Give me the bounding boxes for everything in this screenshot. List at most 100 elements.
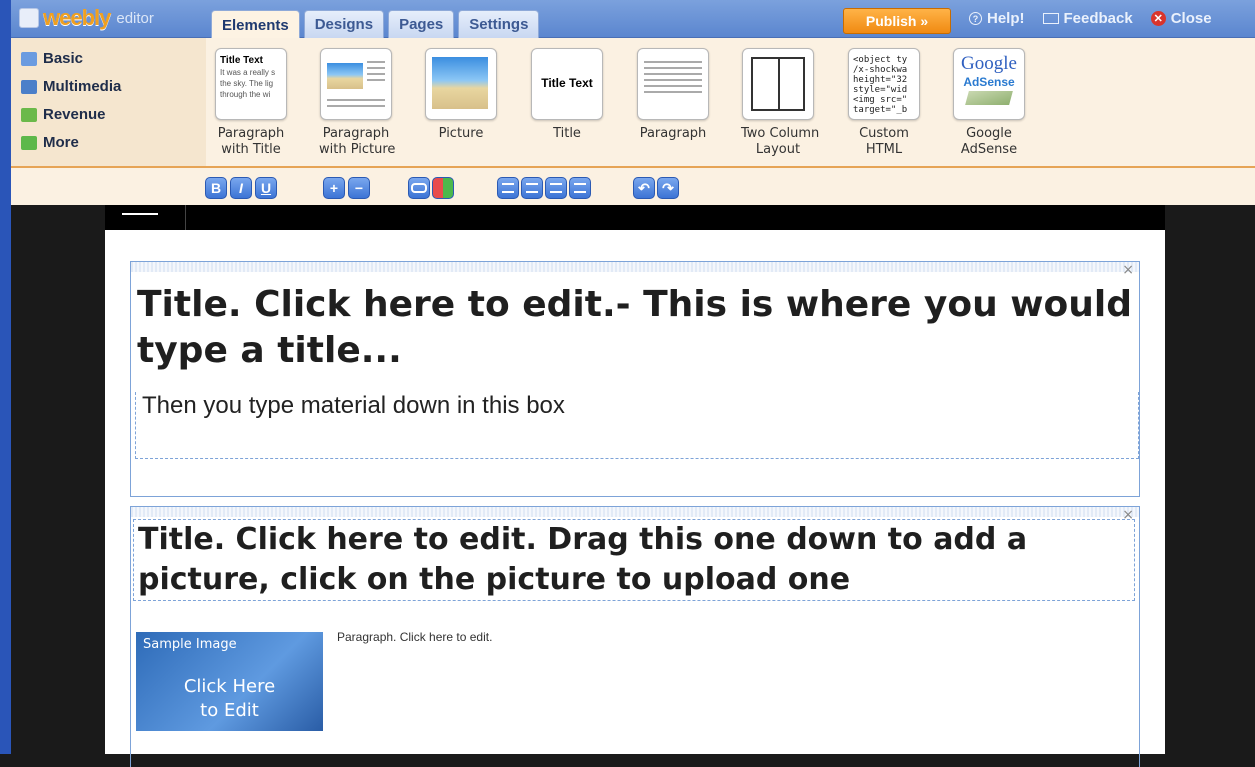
page-canvas: × Title. Click here to edit.- This is wh… xyxy=(105,230,1165,767)
sample-image[interactable]: Sample Image Click Here to Edit xyxy=(136,632,323,731)
drag-handle[interactable] xyxy=(131,507,1139,517)
more-icon xyxy=(21,135,37,150)
category-label: Revenue xyxy=(43,106,106,123)
element-label: Google AdSense xyxy=(960,126,1018,157)
close-link[interactable]: ✕ Close xyxy=(1150,10,1212,27)
header-divider xyxy=(185,205,186,230)
tab-settings[interactable]: Settings xyxy=(458,10,540,38)
category-list: Basic Multimedia Revenue More xyxy=(11,38,206,166)
thumb-adsense: AdSense xyxy=(963,75,1015,89)
color-button[interactable] xyxy=(432,177,454,199)
drag-handle[interactable] xyxy=(131,262,1139,272)
element-label: Custom HTML xyxy=(859,126,909,157)
italic-button[interactable]: I xyxy=(230,177,252,199)
element-picture[interactable]: Picture xyxy=(424,48,498,142)
content-block-2[interactable]: × Title. Click here to edit. Drag this o… xyxy=(130,506,1140,767)
element-label: Picture xyxy=(438,126,484,141)
thumb-title: Title Text xyxy=(220,55,263,66)
link-button[interactable] xyxy=(408,177,430,199)
sample-image-label: Sample Image xyxy=(143,637,237,652)
thumb-two-column xyxy=(742,48,814,120)
element-paragraph-with-picture[interactable]: Paragraph with Picture xyxy=(319,48,396,158)
redo-button[interactable]: ↷ xyxy=(657,177,679,199)
close-icon: ✕ xyxy=(1150,11,1166,26)
top-bar: weebly editor Elements Designs Pages Set… xyxy=(11,0,1255,39)
weebly-logo-icon xyxy=(19,8,39,28)
thumb-custom-html: <object ty /x-shockwa height="32 style="… xyxy=(848,48,920,120)
sample-image-cta: Click Here to Edit xyxy=(183,676,276,721)
thumb-paragraph xyxy=(637,48,709,120)
element-label: Paragraph xyxy=(639,126,707,141)
basic-icon xyxy=(21,51,37,66)
help-label: Help! xyxy=(987,10,1025,27)
help-icon: ? xyxy=(969,12,982,25)
weebly-logo: weebly editor xyxy=(19,5,154,30)
thumb-google-adsense: Google AdSense xyxy=(953,48,1025,120)
remove-block-icon[interactable]: × xyxy=(1122,262,1134,278)
tab-elements[interactable]: Elements xyxy=(211,10,300,39)
category-label: Basic xyxy=(43,50,84,67)
category-basic[interactable]: Basic xyxy=(21,50,83,67)
element-label: Title xyxy=(553,126,581,141)
format-toolbar: B I U + − ↶ ↷ xyxy=(11,168,1255,205)
element-paragraph-with-title[interactable]: Title Text It was a really s the sky. Th… xyxy=(214,48,288,158)
justify-button[interactable] xyxy=(569,177,591,199)
multimedia-icon xyxy=(21,79,37,94)
increase-size-button[interactable]: + xyxy=(323,177,345,199)
main-tabs: Elements Designs Pages Settings xyxy=(211,10,540,39)
logo-sub: editor xyxy=(116,9,154,27)
decrease-size-button[interactable]: − xyxy=(348,177,370,199)
tab-pages[interactable]: Pages xyxy=(388,10,455,38)
element-google-adsense[interactable]: Google AdSense Google AdSense xyxy=(952,48,1026,158)
block-title[interactable]: Title. Click here to edit. Drag this one… xyxy=(134,520,1134,600)
category-multimedia[interactable]: Multimedia xyxy=(21,78,121,95)
thumb-paragraph-with-picture xyxy=(320,48,392,120)
element-two-column-layout[interactable]: Two Column Layout xyxy=(741,48,820,158)
undo-button[interactable]: ↶ xyxy=(633,177,655,199)
publish-button[interactable]: Publish » xyxy=(843,8,951,34)
logo-text: weebly xyxy=(43,5,111,30)
category-label: More xyxy=(43,134,79,151)
align-center-icon xyxy=(526,183,538,193)
feedback-link[interactable]: Feedback xyxy=(1042,10,1133,27)
align-right-button[interactable] xyxy=(545,177,567,199)
content-block-1[interactable]: × Title. Click here to edit.- This is wh… xyxy=(130,261,1140,497)
site-header-strip xyxy=(105,205,1165,230)
help-link[interactable]: ? Help! xyxy=(969,10,1025,27)
element-label: Paragraph with Picture xyxy=(319,126,396,157)
elements-panel: Basic Multimedia Revenue More Title Text… xyxy=(11,38,1255,168)
thumb-paragraph-with-title: Title Text It was a really s the sky. Th… xyxy=(215,48,287,120)
element-title[interactable]: Title Text Title xyxy=(530,48,604,142)
thumb-title: Title Text xyxy=(531,48,603,120)
element-paragraph[interactable]: Paragraph xyxy=(636,48,710,142)
element-label: Paragraph with Title xyxy=(217,126,285,157)
align-left-icon xyxy=(502,183,514,193)
feedback-label: Feedback xyxy=(1063,10,1133,27)
mail-icon xyxy=(1042,13,1059,24)
block-title[interactable]: Title. Click here to edit.- This is wher… xyxy=(131,282,1139,374)
thumb-google: Google xyxy=(961,53,1017,74)
bold-button[interactable]: B xyxy=(205,177,227,199)
align-right-icon xyxy=(550,183,562,193)
block-paragraph[interactable]: Then you type material down in this box xyxy=(136,392,1138,420)
redo-icon: ↷ xyxy=(662,179,674,196)
thumb-code: <object ty /x-shockwa height="32 style="… xyxy=(853,55,908,115)
align-center-button[interactable] xyxy=(521,177,543,199)
close-label: Close xyxy=(1170,10,1212,27)
underline-button[interactable]: U xyxy=(255,177,277,199)
element-custom-html[interactable]: <object ty /x-shockwa height="32 style="… xyxy=(847,48,921,158)
category-more[interactable]: More xyxy=(21,134,79,151)
tab-designs[interactable]: Designs xyxy=(303,10,385,38)
picture-paragraph[interactable]: Paragraph. Click here to edit. xyxy=(337,630,492,644)
element-label: Two Column Layout xyxy=(741,126,820,157)
justify-icon xyxy=(574,183,586,193)
category-label: Multimedia xyxy=(43,78,122,95)
top-links: ? Help! Feedback ✕ Close xyxy=(969,10,1212,27)
align-left-button[interactable] xyxy=(497,177,519,199)
thumb-text: It was a really s the sky. The lig throu… xyxy=(220,68,276,99)
category-revenue[interactable]: Revenue xyxy=(21,106,106,123)
link-icon xyxy=(411,183,427,193)
remove-block-icon[interactable]: × xyxy=(1122,507,1134,523)
thumb-title-text: Title Text xyxy=(541,76,593,90)
revenue-icon xyxy=(21,107,37,122)
